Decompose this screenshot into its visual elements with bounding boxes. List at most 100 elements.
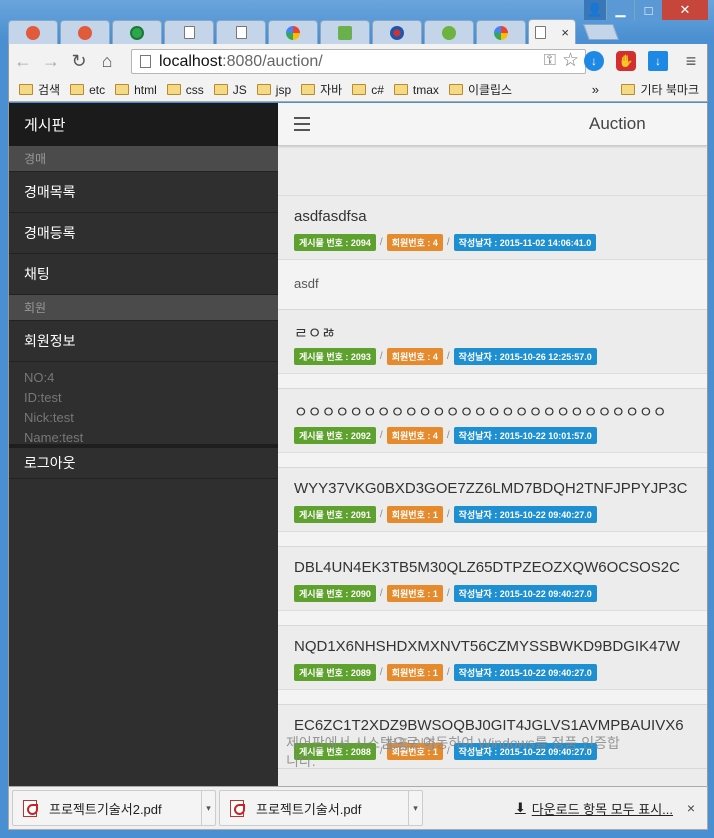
user-id: ID:test	[24, 390, 62, 405]
post-title[interactable]: WYY37VKG0BXD3GOE7ZZ6LMD7BDQH2TNFJPPYJP3C	[294, 480, 707, 500]
site-icon	[130, 25, 144, 40]
address-bar[interactable]: localhost:8080/auction/ ⚿ ☆	[131, 49, 586, 74]
hamburger-menu-icon[interactable]	[294, 117, 310, 131]
tab-8[interactable]	[372, 20, 422, 44]
post-item[interactable]: ㅇㅇㅇㅇㅇㅇㅇㅇㅇㅇㅇㅇㅇㅇㅇㅇㅇㅇㅇㅇㅇㅇㅇㅇㅇㅇㅇ 게시물 번호 : 209…	[278, 389, 707, 468]
sidebar-item-member-info[interactable]: 회원정보	[9, 321, 278, 362]
post-item[interactable]: WYY37VKG0BXD3GOE7ZZ6LMD7BDQH2TNFJPPYJP3C…	[278, 468, 707, 547]
member-number-badge: 회원번호 : 1	[386, 664, 443, 681]
download-extension-icon[interactable]: ↓	[584, 51, 604, 71]
logout-button[interactable]: 로그아웃	[9, 448, 278, 479]
browser-toolbar: ← → ↻ ⌂ localhost:8080/auction/ ⚿ ☆ ↓ ✋ …	[8, 44, 708, 78]
close-window-button[interactable]: ✕	[662, 0, 708, 20]
post-title[interactable]: asdfasdfsa	[294, 208, 707, 228]
other-bookmarks[interactable]: 기타 북마크	[621, 81, 699, 98]
show-all-label: 다운로드 항목 모두 표시...	[531, 801, 673, 817]
folder-icon	[256, 84, 271, 95]
menu-button[interactable]: ≡	[677, 47, 705, 75]
bookmark-folder[interactable]: 이클립스	[448, 81, 512, 98]
bookmark-folder[interactable]: 자바	[301, 81, 342, 98]
watermark-line: 제어판에서 시스템으로 이동하여 Windows를 정품 인증합	[286, 735, 620, 751]
tab-6[interactable]	[268, 20, 318, 44]
tab-9[interactable]	[424, 20, 474, 44]
page-icon	[535, 25, 546, 39]
bookmark-folder[interactable]: c#	[352, 83, 384, 97]
bookmark-folder[interactable]: css	[166, 83, 204, 97]
folder-icon	[448, 84, 463, 95]
close-tab-icon[interactable]: ×	[561, 25, 569, 40]
user-icon[interactable]: 👤	[584, 0, 606, 20]
sidebar-item-auction-list[interactable]: 경매목록	[9, 172, 278, 213]
tab-2[interactable]	[60, 20, 110, 44]
sidebar-item-chat[interactable]: 채팅	[9, 254, 278, 295]
chevron-down-icon[interactable]: ▾	[408, 791, 422, 825]
download-item[interactable]: 프로젝트기술서2.pdf ▾	[12, 790, 216, 826]
member-number-badge: 회원번호 : 1	[386, 585, 443, 602]
bookmark-folder[interactable]: JS	[213, 82, 247, 97]
site-icon	[390, 25, 404, 40]
site-icon	[26, 25, 40, 40]
post-title[interactable]: ㄹㅇㅀ	[294, 322, 707, 342]
adblock-extension-icon[interactable]: ✋	[616, 51, 636, 71]
new-tab-button[interactable]	[583, 24, 619, 40]
user-info: NO:4 ID:test Nick:test Name:test	[9, 362, 278, 448]
pdf-icon	[23, 799, 38, 817]
post-body	[278, 610, 707, 625]
page-title: Auction	[589, 114, 646, 133]
bookmarks-overflow-button[interactable]: »	[592, 82, 599, 97]
folder-icon	[352, 84, 367, 95]
tab-4[interactable]	[164, 20, 214, 44]
close-icon[interactable]: ×	[687, 800, 695, 816]
tab-5[interactable]	[216, 20, 266, 44]
chevron-down-icon[interactable]: ▾	[201, 791, 215, 825]
download-filename: 프로젝트기술서.pdf	[256, 801, 362, 817]
download-item[interactable]: 프로젝트기술서.pdf ▾	[219, 790, 423, 826]
tab-1[interactable]	[8, 20, 58, 44]
folder-icon	[70, 84, 85, 95]
show-all-downloads-link[interactable]: ⬇ 다운로드 항목 모두 표시...	[515, 799, 673, 818]
post-item[interactable]: ㄹㅇㅀ 게시물 번호 : 2093/ 회원번호 : 4/ 작성날자 : 2015…	[278, 310, 707, 389]
post-item[interactable]: NQD1X6NHSHDXMXNVT56CZMYSSBWKD9BDGIK47W 게…	[278, 626, 707, 705]
folder-icon	[19, 84, 33, 95]
post-title[interactable]: DBL4UN4EK3TB5M30QLZ65DTPZEOZXQW6OCSOS2C	[294, 559, 707, 579]
post-body: asdf	[278, 259, 707, 309]
post-body	[278, 373, 707, 388]
page-icon	[140, 55, 151, 68]
bookmark-folder[interactable]: 검색	[19, 81, 60, 98]
post-number-badge: 게시물 번호 : 2091	[294, 506, 376, 523]
post-item[interactable]: DBL4UN4EK3TB5M30QLZ65DTPZEOZXQW6OCSOS2C …	[278, 547, 707, 626]
tab-3[interactable]	[112, 20, 162, 44]
bookmark-folder[interactable]: html	[115, 83, 157, 97]
back-button[interactable]: ←	[9, 47, 37, 75]
tab-strip: ×	[8, 18, 714, 44]
sidebar-section-member: 회원	[9, 295, 278, 321]
post-title[interactable]: NQD1X6NHSHDXMXNVT56CZMYSSBWKD9BDGIK47W	[294, 638, 707, 658]
tab-active[interactable]: ×	[528, 19, 576, 44]
watermark-line: 니다.	[286, 753, 316, 769]
bookmark-folder[interactable]: etc	[70, 83, 105, 97]
bookmark-star-icon[interactable]: ☆	[562, 51, 579, 70]
key-icon[interactable]: ⚿	[544, 52, 556, 70]
sidebar-item-auction-register[interactable]: 경매등록	[9, 213, 278, 254]
bookmark-folder[interactable]: tmax	[393, 83, 439, 97]
forward-button[interactable]: →	[37, 47, 65, 75]
tab-7[interactable]	[320, 20, 370, 44]
home-button[interactable]: ⌂	[93, 47, 121, 75]
post-number-badge: 게시물 번호 : 2094	[294, 234, 376, 251]
maximize-button[interactable]: □	[634, 0, 662, 20]
post-title[interactable]: ㅇㅇㅇㅇㅇㅇㅇㅇㅇㅇㅇㅇㅇㅇㅇㅇㅇㅇㅇㅇㅇㅇㅇㅇㅇㅇㅇ	[294, 401, 707, 421]
post-item[interactable]: asdfasdfsa 게시물 번호 : 2094/ 회원번호 : 4/ 작성날자…	[278, 196, 707, 310]
tab-10[interactable]	[476, 20, 526, 44]
url-host: localhost	[159, 52, 223, 70]
date-badge: 작성날자 : 2015-10-22 09:40:27.0	[453, 585, 597, 602]
download-shelf: 프로젝트기술서2.pdf ▾ 프로젝트기술서.pdf ▾ ⬇ 다운로드 항목 모…	[8, 786, 708, 830]
minimize-button[interactable]: ▁	[606, 0, 634, 20]
bookmark-label: JS	[232, 82, 247, 97]
bookmark-folder[interactable]: jsp	[256, 82, 292, 97]
downloader-extension-icon[interactable]: ↓	[648, 51, 668, 71]
sidebar: 게시판 경매 경매목록 경매등록 채팅 회원 회원정보 NO:4 ID:test…	[9, 103, 278, 786]
bookmark-label: jsp	[275, 82, 292, 97]
post-number-badge: 게시물 번호 : 2093	[294, 348, 376, 365]
post-body	[278, 689, 707, 704]
reload-button[interactable]: ↻	[65, 47, 93, 75]
